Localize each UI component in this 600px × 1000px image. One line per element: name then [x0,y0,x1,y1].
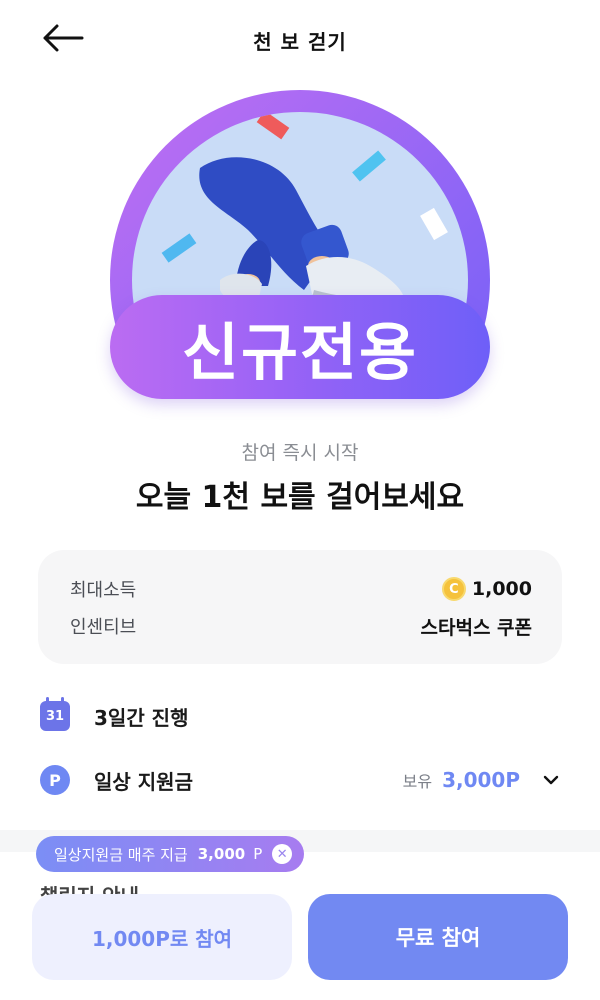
toast-unit: P [253,845,263,863]
toast-text: 일상지원금 매주 지급 [54,845,188,864]
page-title: 천 보 걷기 [253,30,347,54]
challenge-title: 오늘 1천 보를 걸어보세요 [135,480,465,515]
bottom-action-bar: 1,000P로 참여 무료 참여 [0,880,600,1000]
reward-info-card: 최대소득 C 1,000 인센티브 스타벅스 쿠폰 [38,550,562,664]
join-with-points-button[interactable]: 1,000P로 참여 [32,894,292,980]
close-icon[interactable]: ✕ [272,844,293,864]
daily-support-row[interactable]: P 일상 지원금 보유 3,000P [40,760,560,800]
join-free-button[interactable]: 무료 참여 [308,894,568,980]
calendar-icon: 31 [40,697,70,731]
chevron-down-icon[interactable] [542,771,560,789]
max-income-row: 최대소득 C 1,000 [70,574,532,604]
balance-label: 보유 [402,772,433,791]
toast-amount: 3,000 [197,845,246,863]
challenge-subtitle: 참여 즉시 시작 [241,442,359,464]
balance-value: 3,000P [442,768,520,792]
duration-row: 31 3일간 진행 [40,696,560,736]
point-icon: P [40,765,70,795]
coin-icon: C [441,577,466,601]
hero-illustration: 신규전용 [108,90,492,412]
point-balance: 보유 3,000P [403,768,560,792]
weekly-support-toast: 일상지원금 매주 지급 3,000 P ✕ [36,836,305,872]
header: 천 보 걷기 [0,0,600,76]
duration-label: 3일간 진행 [94,705,189,730]
max-income-label: 최대소득 [70,580,137,601]
badge-text: 신규전용 [181,316,419,389]
new-user-badge: 신규전용 [110,295,490,399]
daily-support-label: 일상 지원금 [94,769,193,794]
max-income-value: 1,000 [471,578,532,600]
incentive-value: 스타벅스 쿠폰 [420,616,533,639]
incentive-label: 인센티브 [70,617,137,638]
max-income-value-group: C 1,000 [441,577,532,601]
incentive-row: 인센티브 스타벅스 쿠폰 [70,611,532,641]
